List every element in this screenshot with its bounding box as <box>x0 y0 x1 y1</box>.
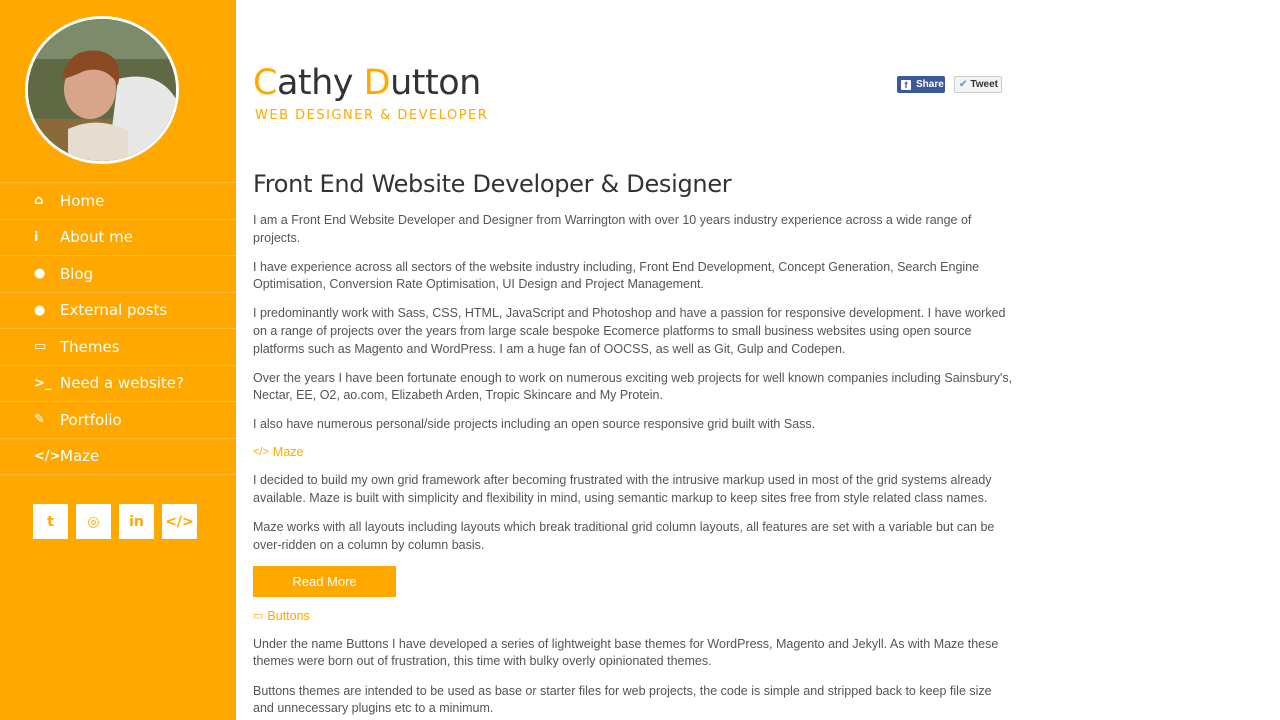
info-icon: i <box>34 229 39 245</box>
github-icon[interactable]: ◎ <box>76 504 111 539</box>
nav-item-blog[interactable]: ● Blog <box>0 256 236 293</box>
twitter-icon[interactable]: t <box>33 504 68 539</box>
code-icon: </> <box>34 448 61 464</box>
speech-bubble-icon: ● <box>34 266 46 282</box>
paragraph: Maze works with all layouts including la… <box>253 520 995 552</box>
read-more-button[interactable]: Read More <box>253 565 396 597</box>
maze-link-label: Maze <box>272 445 304 460</box>
nav-item-label: Home <box>60 191 105 210</box>
nav-item-label: Maze <box>60 447 100 466</box>
maze-section-link[interactable]: </> Maze <box>253 445 1013 459</box>
buttons-section-link[interactable]: ▭ Buttons <box>253 609 1013 623</box>
nav-item-label: Themes <box>60 337 120 356</box>
nav-item-label: About me <box>60 228 133 247</box>
paragraph: I decided to build my own grid framework… <box>253 473 992 506</box>
paragraph: I have experience across all sectors of … <box>253 259 980 292</box>
nav-item-about-me[interactable]: i About me <box>0 220 236 256</box>
nav-item-label: Portfolio <box>60 410 122 429</box>
home-icon: ⌂ <box>34 193 44 209</box>
nav-item-portfolio[interactable]: ✎ Portfolio <box>0 402 236 439</box>
tweet-button[interactable]: ✔ Tweet <box>954 76 1002 93</box>
tweet-label: Tweet <box>970 79 998 90</box>
paragraph: Buttons themes are intended to be used a… <box>253 683 992 716</box>
pencil-icon: ✎ <box>34 412 45 428</box>
code-icon[interactable]: </> <box>162 504 197 539</box>
site-logo[interactable]: Cathy Dutton <box>253 63 481 103</box>
share-label: Share <box>916 79 944 90</box>
nav-item-need-a-website[interactable]: >_ Need a website? <box>0 366 236 402</box>
twitter-bird-icon: ✔ <box>959 79 968 90</box>
nav-item-label: Need a website? <box>60 374 184 393</box>
article: Front End Website Developer & Designer I… <box>253 170 1013 720</box>
buttons-link-label: Buttons <box>267 608 310 623</box>
linkedin-icon[interactable]: in <box>119 504 154 539</box>
terminal-icon: >_ <box>34 375 52 391</box>
nav-item-themes[interactable]: ▭ Themes <box>0 329 236 366</box>
facebook-share-button[interactable]: f Share <box>897 76 945 93</box>
paragraph: I predominantly work with Sass, CSS, HTM… <box>253 306 1006 356</box>
paragraph: Over the years I have been fortunate eno… <box>253 370 1013 403</box>
avatar[interactable] <box>25 16 179 164</box>
paragraph: I also have numerous personal/side proje… <box>253 417 816 432</box>
page-title: Front End Website Developer & Designer <box>253 170 732 198</box>
monitor-icon: ▭ <box>34 339 47 355</box>
main-nav: ⌂ Home i About me ● Blog ● External posts ▭ T… <box>0 182 236 475</box>
speech-bubble-icon: ● <box>34 302 46 318</box>
profile-photo <box>28 19 176 161</box>
code-icon: </> <box>253 446 269 459</box>
nav-item-home[interactable]: ⌂ Home <box>0 183 236 220</box>
logo-text: utton <box>390 63 481 103</box>
logo-text: athy <box>276 63 364 103</box>
logo-initial: D <box>363 63 391 103</box>
sidebar: ⌂ Home i About me ● Blog ● External posts ▭ T… <box>0 0 236 720</box>
paragraph: Under the name Buttons I have developed … <box>253 636 999 669</box>
paragraph: I am a Front End Website Developer and D… <box>253 213 972 245</box>
logo-initial: C <box>253 63 277 103</box>
nav-item-maze[interactable]: </> Maze <box>0 439 236 475</box>
nav-item-label: External posts <box>60 301 168 320</box>
nav-item-label: Blog <box>60 264 94 283</box>
facebook-icon: f <box>901 79 911 90</box>
tagline: WEB DESIGNER & DEVELOPER <box>255 108 489 123</box>
social-links: t ◎ in </> <box>33 504 197 539</box>
nav-item-external-posts[interactable]: ● External posts <box>0 293 236 329</box>
monitor-icon: ▭ <box>253 610 264 623</box>
